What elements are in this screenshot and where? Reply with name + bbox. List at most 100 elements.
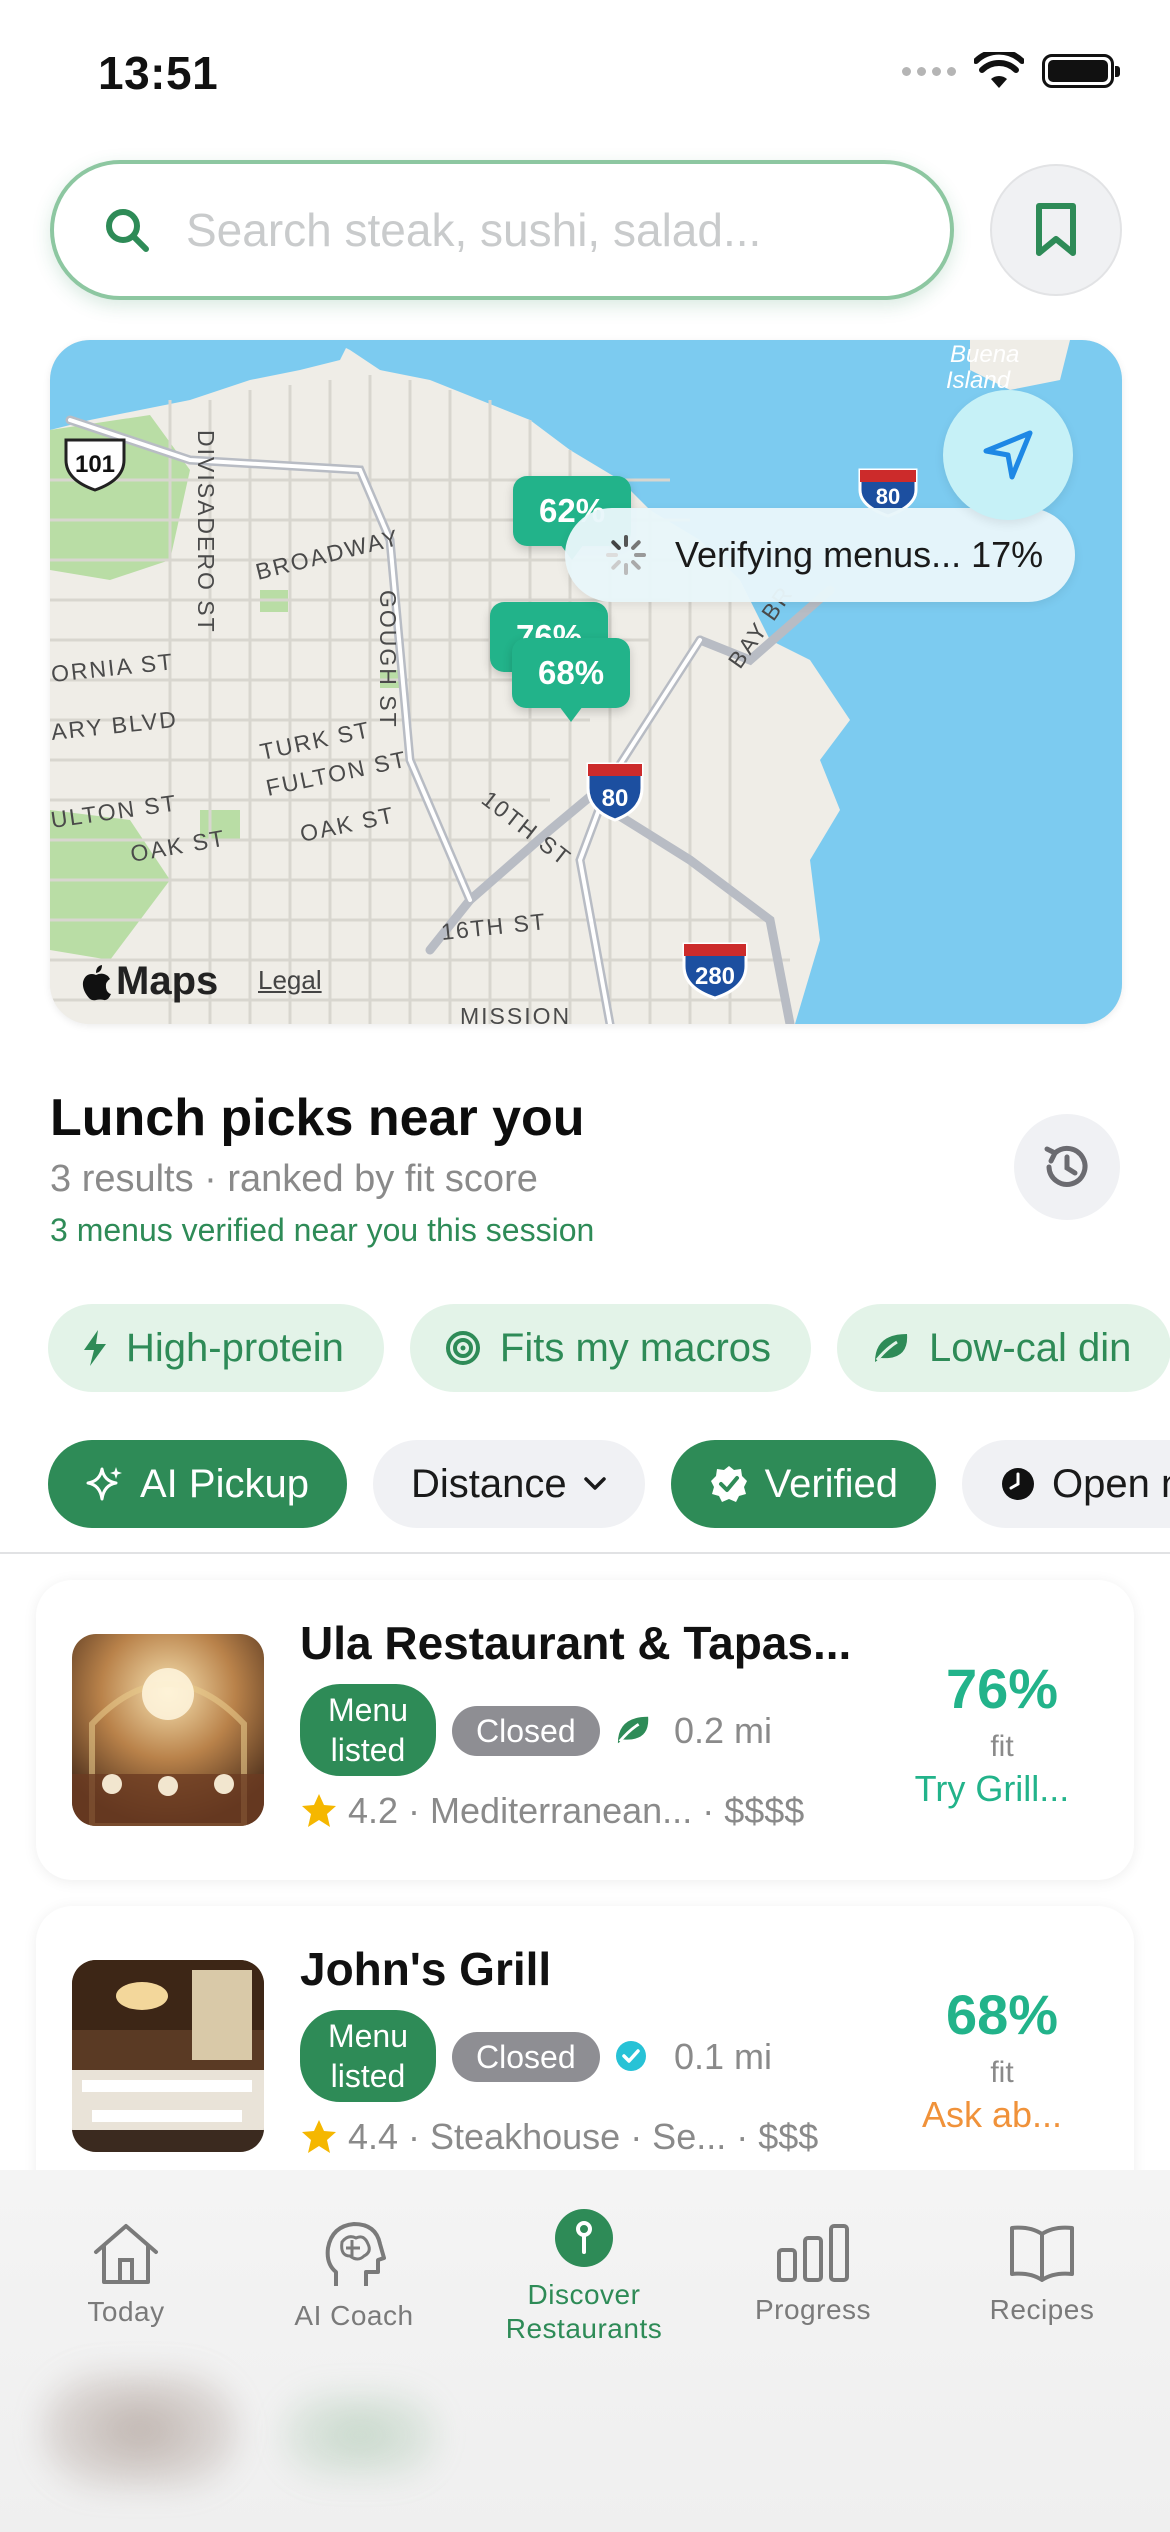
star-icon bbox=[302, 1794, 336, 1827]
separator: · bbox=[736, 2116, 749, 2157]
search-bar[interactable] bbox=[50, 160, 954, 300]
cellular-signal-icon bbox=[902, 66, 956, 76]
goal-chip-label: Fits my macros bbox=[499, 1325, 772, 1370]
tab-label: Recipes bbox=[989, 2294, 1095, 2325]
status-bar: 13:51 bbox=[0, 0, 1170, 150]
chevron-down-icon bbox=[583, 1477, 606, 1490]
svg-text:DIVISADERO ST: DIVISADERO ST bbox=[193, 430, 219, 634]
tab-label: AI Coach bbox=[294, 2300, 414, 2331]
target-icon bbox=[445, 1331, 480, 1365]
fit-suggestion[interactable]: Try Grill... bbox=[882, 1768, 1102, 1810]
leaf-icon bbox=[875, 1334, 908, 1362]
filter-open-now[interactable]: Open n bbox=[962, 1440, 1170, 1528]
map-pin-icon bbox=[555, 2209, 613, 2267]
svg-text:280: 280 bbox=[695, 963, 735, 990]
fit-label: fit bbox=[990, 2056, 1014, 2089]
map-legal-link[interactable]: Legal bbox=[258, 965, 322, 996]
separator: · bbox=[408, 2116, 421, 2157]
tab-progress[interactable]: Progress bbox=[698, 2170, 928, 2330]
distance: 0.1 mi bbox=[674, 2036, 773, 2077]
svg-text:GOUGH ST: GOUGH ST bbox=[375, 590, 401, 729]
apple-logo-icon bbox=[82, 964, 111, 1000]
divider bbox=[0, 1552, 1170, 1554]
menu-verification-status: Verifying menus... 17% bbox=[565, 508, 1076, 602]
badge-text: listed bbox=[330, 2058, 406, 2094]
svg-text:Buena: Buena bbox=[950, 341, 1019, 368]
fit-score: 76% bbox=[945, 1657, 1059, 1720]
status-badge: Closed bbox=[452, 2032, 600, 2082]
status-badge: Closed bbox=[452, 1706, 600, 1756]
svg-text:101: 101 bbox=[75, 451, 115, 478]
filter-label: AI Pickup bbox=[140, 1461, 309, 1506]
search-icon bbox=[106, 209, 149, 252]
history-clock-icon bbox=[1044, 1145, 1088, 1187]
leaf-icon bbox=[617, 1716, 649, 1744]
book-icon bbox=[1010, 2225, 1074, 2282]
filter-distance[interactable]: Distance bbox=[372, 1440, 645, 1528]
loading-spinner-icon bbox=[606, 535, 646, 575]
goal-chip-low-cal[interactable]: Low-cal din bbox=[837, 1304, 1170, 1392]
tab-label-line: Discover bbox=[527, 2279, 641, 2310]
house-icon bbox=[94, 2224, 158, 2284]
restaurant-map[interactable]: 101 80 80 280 DIVISADERO ST BROADWAY GOU… bbox=[50, 340, 1122, 1024]
fit-suggestion[interactable]: Ask ab... bbox=[882, 2094, 1102, 2136]
goal-chip-fits-macros[interactable]: Fits my macros bbox=[409, 1304, 812, 1392]
filter-label: Distance bbox=[410, 1461, 567, 1506]
tab-today[interactable]: Today bbox=[11, 2170, 241, 2330]
battery-icon bbox=[1042, 54, 1120, 88]
goal-chip-row: High-protein Fits my macros Low-cal din bbox=[48, 1304, 1170, 1392]
goal-chip-high-protein[interactable]: High-protein bbox=[48, 1304, 384, 1392]
verified-note: 3 menus verified near you this session bbox=[50, 1212, 595, 1248]
filter-ai-pickup[interactable]: AI Pickup bbox=[48, 1440, 347, 1528]
cuisine: Mediterranean... bbox=[430, 1790, 693, 1831]
recenter-location-button[interactable] bbox=[943, 390, 1073, 520]
search-input[interactable] bbox=[186, 203, 926, 257]
rating-row: 4.4 · Steakhouse · Se... · $$$ bbox=[300, 2116, 818, 2158]
bar-chart-icon bbox=[777, 2224, 849, 2282]
map-pin-fit-score[interactable]: 68% bbox=[512, 638, 631, 722]
restaurant-name: John's Grill bbox=[300, 1943, 552, 1995]
restaurant-card[interactable]: Ula Restaurant & Tapas... Menu listed Cl… bbox=[36, 1580, 1134, 1880]
svg-text:80: 80 bbox=[876, 484, 900, 509]
status-time: 13:51 bbox=[98, 47, 219, 99]
verified-seal-icon bbox=[710, 1466, 747, 1502]
history-button[interactable] bbox=[1014, 1114, 1120, 1220]
filter-verified[interactable]: Verified bbox=[670, 1440, 937, 1528]
restaurant-photo bbox=[72, 1960, 264, 2152]
saved-bookmarks-button[interactable] bbox=[990, 164, 1122, 296]
rating-value: 4.4 bbox=[348, 2116, 399, 2157]
separator: · bbox=[408, 1790, 421, 1831]
svg-text:MISSION: MISSION bbox=[460, 1003, 571, 1024]
fit-label: fit bbox=[990, 1730, 1014, 1763]
tab-recipes[interactable]: Recipes bbox=[927, 2170, 1157, 2330]
tab-ai-coach[interactable]: AI Coach bbox=[239, 2170, 469, 2331]
star-icon bbox=[302, 2120, 336, 2153]
status-icons bbox=[902, 52, 1120, 90]
restaurant-card[interactable]: John's Grill Menu listed Closed 0.1 mi 4… bbox=[36, 1906, 1134, 2206]
menu-listed-badge: Menu listed bbox=[300, 2010, 436, 2102]
verify-status-text: Verifying menus... 17% bbox=[675, 534, 1044, 575]
tab-label: Discover Restaurants bbox=[469, 2278, 699, 2346]
backdrop-blur bbox=[280, 2390, 440, 2480]
restaurant-name: Ula Restaurant & Tapas... bbox=[300, 1617, 852, 1669]
price-level: $$$$ bbox=[724, 1790, 805, 1831]
results-summary: 3 results · ranked by fit score bbox=[50, 1158, 538, 1200]
menu-listed-badge: Menu listed bbox=[300, 1684, 436, 1776]
filter-label: Open n bbox=[1052, 1461, 1170, 1506]
badge-text: Menu bbox=[327, 2018, 409, 2054]
wifi-icon bbox=[974, 52, 1024, 88]
backdrop-blur bbox=[40, 2370, 240, 2490]
separator: · bbox=[702, 1790, 715, 1831]
sparkle-icon bbox=[86, 1467, 122, 1501]
section-title: Lunch picks near you bbox=[50, 1089, 585, 1147]
tab-discover-restaurants[interactable]: Discover Restaurants bbox=[469, 2170, 699, 2344]
bookmark-icon bbox=[1036, 203, 1076, 256]
goal-chip-label: High-protein bbox=[126, 1325, 344, 1370]
cuisine: Steakhouse · Se... bbox=[430, 2116, 727, 2157]
verified-check-icon bbox=[616, 2041, 646, 2071]
filter-label: Verified bbox=[764, 1461, 899, 1506]
price-level: $$$ bbox=[758, 2116, 819, 2157]
brain-head-icon bbox=[325, 2222, 386, 2286]
fit-score: 68% bbox=[945, 1983, 1059, 2046]
goal-chip-label: Low-cal din bbox=[929, 1325, 1132, 1370]
